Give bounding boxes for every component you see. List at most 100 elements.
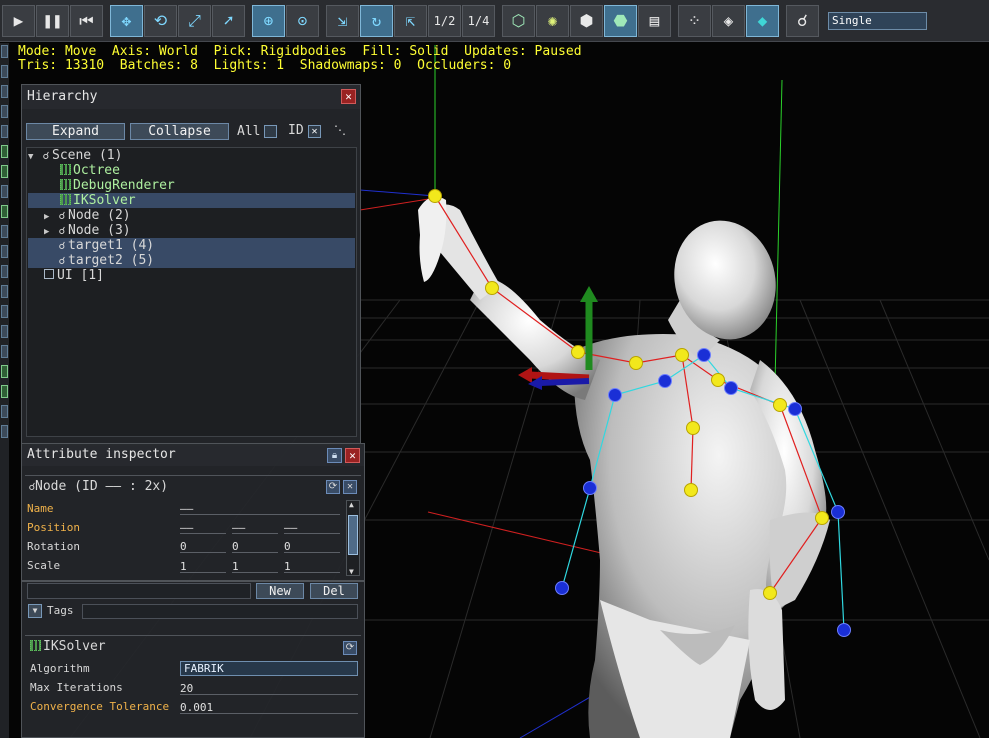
hierarchy-close-button[interactable]: ✕: [341, 89, 356, 104]
strip-button[interactable]: [1, 105, 8, 118]
tree-item-node-2[interactable]: ▶ ☌ Node (2): [28, 208, 355, 223]
tree-options-icon[interactable]: ⋱: [334, 123, 346, 137]
tree-item-target1[interactable]: ☌ target1 (4): [28, 238, 355, 253]
snap-half-button[interactable]: 1/2: [428, 4, 461, 37]
move-mode-button[interactable]: ✥: [110, 4, 143, 37]
tree-item-ui[interactable]: UI [1]: [28, 268, 355, 283]
playback-group: ▶ ❚❚ ⏮: [2, 4, 104, 37]
rotation-x-field[interactable]: 0: [180, 540, 226, 553]
select-mode-button[interactable]: ➚: [212, 4, 245, 37]
world-space-button[interactable]: ⊕: [252, 4, 285, 37]
viewport-layout-select[interactable]: Single: [828, 11, 927, 30]
rotate-mode-button[interactable]: ⟲: [144, 4, 177, 37]
max-iterations-field[interactable]: 20: [180, 682, 358, 695]
id-toggle[interactable]: ✕: [308, 125, 321, 138]
strip-button[interactable]: [1, 65, 8, 78]
inspector-title-bar[interactable]: Attribute inspector 🔒︎ ✕: [22, 444, 364, 466]
expand-button[interactable]: Expand: [26, 123, 125, 140]
inspector-scrollbar[interactable]: ▲ ▼: [346, 500, 360, 576]
node-icon: ☌: [58, 211, 66, 222]
tree-item-octree[interactable]: Octree: [28, 163, 355, 178]
strip-button[interactable]: [1, 305, 8, 318]
fill-group: ⁘ ◈ ◆: [678, 4, 780, 37]
scale-x-field[interactable]: 1: [180, 560, 226, 573]
close-icon: ✕: [345, 90, 352, 103]
inspector-lock-button[interactable]: 🔒︎: [327, 448, 342, 463]
inspector-close-button[interactable]: ✕: [345, 448, 360, 463]
strip-button[interactable]: [1, 265, 8, 278]
scale-z-field[interactable]: 1: [284, 560, 340, 573]
reset-button[interactable]: ⟳: [326, 480, 340, 494]
strip-button[interactable]: [1, 125, 8, 138]
hierarchy-title: Hierarchy: [27, 89, 98, 104]
position-x-field[interactable]: ——: [180, 521, 226, 534]
camera-button[interactable]: ☌: [786, 4, 819, 37]
strip-button[interactable]: [1, 145, 8, 158]
fill-solid-button[interactable]: ◆: [746, 4, 779, 37]
scale-y-field[interactable]: 1: [232, 560, 278, 573]
attribute-inspector-window: Attribute inspector 🔒︎ ✕ ☌Node (ID —— : …: [21, 443, 365, 581]
strip-button[interactable]: [1, 85, 8, 98]
new-var-name-input[interactable]: [27, 583, 251, 599]
pick-rigidbodies-button[interactable]: ⬣: [604, 4, 637, 37]
strip-button[interactable]: [1, 185, 8, 198]
fill-points-button[interactable]: ⁘: [678, 4, 711, 37]
strip-button[interactable]: [1, 365, 8, 378]
delete-var-button[interactable]: Del: [310, 583, 358, 599]
strip-button[interactable]: [1, 165, 8, 178]
quarter-label: 1/4: [467, 13, 490, 28]
pick-ui-button[interactable]: ▤: [638, 4, 671, 37]
scroll-down-icon[interactable]: ▼: [349, 567, 354, 576]
hierarchy-title-bar[interactable]: Hierarchy ✕: [22, 85, 360, 109]
tree-item-label: Node (2): [68, 208, 131, 223]
rotation-label: Rotation: [27, 540, 80, 553]
strip-button[interactable]: [1, 225, 8, 238]
fill-wireframe-button[interactable]: ◈: [712, 4, 745, 37]
scroll-up-icon[interactable]: ▲: [349, 500, 354, 509]
pick-lights-button[interactable]: ✺: [536, 4, 569, 37]
algorithm-select[interactable]: FABRIK: [180, 661, 358, 676]
stop-button[interactable]: ⏮: [70, 4, 103, 37]
tags-expand-button[interactable]: ▼: [28, 604, 42, 618]
rotation-z-field[interactable]: 0: [284, 540, 340, 553]
convergence-tolerance-field[interactable]: 0.001: [180, 701, 358, 714]
snap-translate-icon: ⇲: [337, 11, 348, 30]
tags-field[interactable]: [82, 604, 358, 619]
all-checkbox[interactable]: [264, 125, 277, 138]
remove-node-button[interactable]: ✕: [343, 480, 357, 494]
strip-button[interactable]: [1, 385, 8, 398]
pick-zones-button[interactable]: ⬢: [570, 4, 603, 37]
strip-button[interactable]: [1, 425, 8, 438]
strip-button[interactable]: [1, 405, 8, 418]
tree-item-debugrenderer[interactable]: DebugRenderer: [28, 178, 355, 193]
snap-quarter-button[interactable]: 1/4: [462, 4, 495, 37]
hierarchy-tree[interactable]: ▼ ☌ Scene (1) Octree DebugRenderer IKSolve…: [26, 147, 357, 437]
play-button[interactable]: ▶: [2, 4, 35, 37]
new-var-button[interactable]: New: [256, 583, 304, 599]
tree-item-node-3[interactable]: ▶ ☌ Node (3): [28, 223, 355, 238]
strip-button[interactable]: [1, 245, 8, 258]
local-space-button[interactable]: ⊙: [286, 4, 319, 37]
strip-button[interactable]: [1, 205, 8, 218]
collapse-button[interactable]: Collapse: [130, 123, 229, 140]
tree-item-scene[interactable]: ▼ ☌ Scene (1): [28, 148, 355, 163]
strip-button[interactable]: [1, 45, 8, 58]
position-z-field[interactable]: ——: [284, 521, 340, 534]
scale-mode-button[interactable]: ⤢: [178, 4, 211, 37]
component-reset-button[interactable]: ⟳: [343, 641, 357, 655]
scrollbar-thumb[interactable]: [348, 515, 358, 555]
snap-translate-button[interactable]: ⇲: [326, 4, 359, 37]
position-y-field[interactable]: ——: [232, 521, 278, 534]
pick-geometries-button[interactable]: ⬡: [502, 4, 535, 37]
pause-button[interactable]: ❚❚: [36, 4, 69, 37]
strip-button[interactable]: [1, 345, 8, 358]
strip-button[interactable]: [1, 285, 8, 298]
camera-node-icon: ☌: [797, 11, 808, 30]
snap-scale-button[interactable]: ⇱: [394, 4, 427, 37]
snap-rotate-button[interactable]: ↻: [360, 4, 393, 37]
tree-item-iksolver[interactable]: IKSolver: [28, 193, 355, 208]
name-field[interactable]: ——: [180, 502, 340, 515]
tree-item-target2[interactable]: ☌ target2 (5): [28, 253, 355, 268]
strip-button[interactable]: [1, 325, 8, 338]
rotation-y-field[interactable]: 0: [232, 540, 278, 553]
